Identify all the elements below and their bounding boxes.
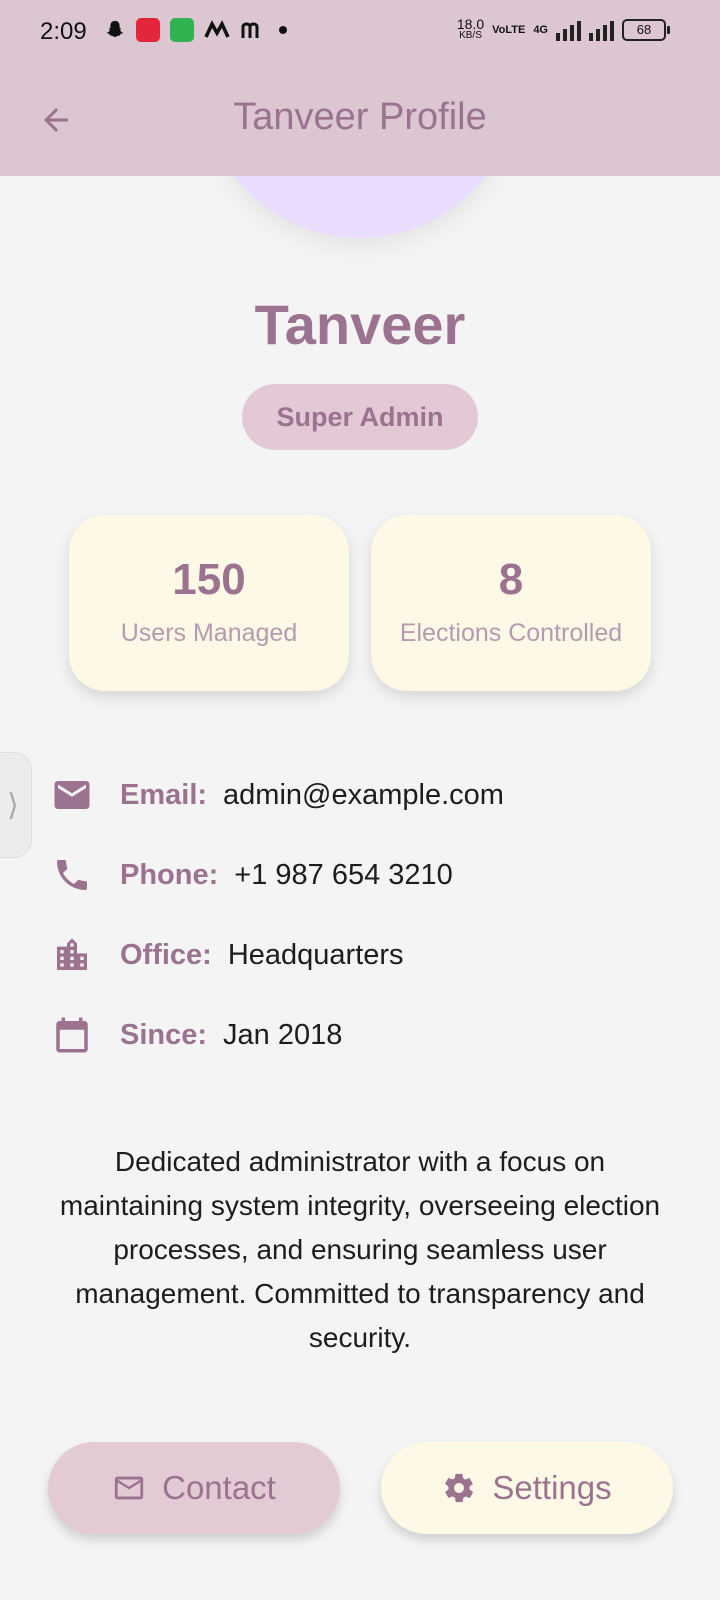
info-row-email: Email: admin@example.com [50,771,504,819]
status-time: 2:09 [40,18,87,45]
info-value: Jan 2018 [223,1018,343,1051]
page-title: Tanveer Profile [233,96,487,138]
info-row-office: Office: Headquarters [50,931,404,979]
info-label: Since: [120,1018,208,1051]
info-value: +1 987 654 3210 [234,858,453,891]
shopping-app-icon [170,18,194,42]
stat-label: Elections Controlled [399,619,623,647]
battery-icon: 68 [622,19,670,41]
dot-icon [279,26,287,34]
status-bar: 2:09 18.0 KB/S VoLTE 4G 68 [0,0,720,64]
contact-label: Contact [162,1469,276,1506]
edge-panel-handle[interactable]: ⟩ [0,752,32,858]
chevron-right-icon: ⟩ [7,788,19,822]
m-app-icon-2 [241,22,259,38]
signal-icon [556,19,581,41]
role-badge: Super Admin [242,384,478,450]
stat-value: 8 [498,555,524,604]
office-building-icon [50,933,94,977]
m-app-icon [204,20,230,38]
stat-card-elections: 8 Elections Controlled [371,515,651,691]
info-label: Email: [120,778,208,811]
network-type: 4G [533,24,548,36]
settings-label: Settings [492,1469,612,1506]
info-label: Office: [120,938,212,971]
info-value: Headquarters [227,938,404,971]
info-label: Phone: [120,858,219,891]
app-bar: 2:09 18.0 KB/S VoLTE 4G 68 Tanveer Profi… [0,0,720,176]
calendar-icon [50,1013,94,1057]
notification-icons [104,18,290,42]
email-icon [50,773,94,817]
profile-name: Tanveer [254,293,466,356]
info-row-since: Since: Jan 2018 [50,1011,342,1059]
phone-icon [50,853,94,897]
stat-card-users: 150 Users Managed [69,515,349,691]
volte-label: VoLTE [492,24,526,36]
stat-label: Users Managed [120,619,298,647]
mail-outline-icon [114,1476,144,1500]
contact-button[interactable]: Contact [48,1442,340,1534]
vi-app-icon [136,18,160,42]
stat-value: 150 [172,555,246,604]
info-value: admin@example.com [223,778,504,811]
snapchat-icon [106,20,124,38]
settings-button[interactable]: Settings [381,1442,673,1534]
bio-text: Dedicated administrator with a focus on … [59,1146,661,1353]
gear-icon [445,1473,474,1503]
data-speed: 18.0 KB/S [456,16,485,41]
signal-icon-2 [589,19,614,41]
info-row-phone: Phone: +1 987 654 3210 [50,851,453,899]
system-icons: 18.0 KB/S VoLTE 4G 68 [456,16,670,42]
